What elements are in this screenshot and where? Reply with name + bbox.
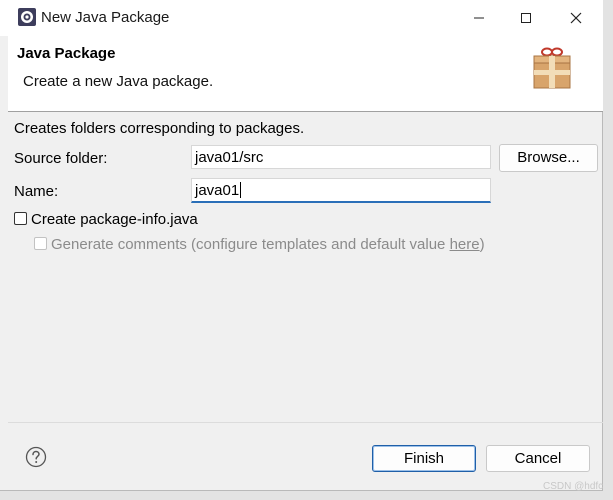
source-folder-label: Source folder: <box>14 150 108 167</box>
help-icon[interactable] <box>25 446 47 468</box>
finish-button[interactable]: Finish <box>372 445 476 472</box>
info-text: Creates folders corresponding to package… <box>14 120 305 137</box>
source-folder-field[interactable]: java01/src <box>191 145 491 169</box>
browse-button[interactable]: Browse... <box>499 144 598 172</box>
configure-templates-link: here <box>449 236 480 253</box>
maximize-icon <box>521 13 531 23</box>
create-package-info-checkbox[interactable] <box>14 212 27 225</box>
name-field[interactable]: java01 <box>191 178 491 203</box>
cancel-button-label: Cancel <box>514 450 562 467</box>
close-icon <box>570 12 582 24</box>
generate-comments-checkbox <box>34 237 47 250</box>
wizard-banner: Java Package Create a new Java package. <box>8 36 603 112</box>
name-value: java01 <box>195 182 240 199</box>
generate-comments-label: Generate comments (configure templates a… <box>51 236 485 253</box>
banner-title: Java Package <box>17 45 116 62</box>
source-folder-value: java01/src <box>195 149 264 166</box>
new-java-package-dialog: New Java Package Java Package Create a n… <box>0 0 603 491</box>
generate-comments-text: Generate comments (configure templates a… <box>51 236 450 253</box>
banner-description: Create a new Java package. <box>23 73 214 90</box>
watermark: CSDN @hdfc <box>543 481 604 492</box>
generate-comments-suffix: ) <box>479 236 485 253</box>
close-button[interactable] <box>553 0 599 36</box>
finish-button-label: Finish <box>403 450 444 467</box>
eclipse-icon <box>18 8 36 26</box>
minimize-icon <box>474 17 484 19</box>
wizard-content: Creates folders corresponding to package… <box>8 112 603 422</box>
maximize-button[interactable] <box>503 0 549 36</box>
minimize-button[interactable] <box>456 0 502 36</box>
cancel-button[interactable]: Cancel <box>486 445 590 472</box>
create-package-info-label[interactable]: Create package-info.java <box>31 211 198 228</box>
name-label: Name: <box>14 183 59 200</box>
text-caret <box>240 182 242 198</box>
browse-button-label: Browse... <box>517 149 580 166</box>
button-bar-separator <box>8 422 603 423</box>
title-bar[interactable]: New Java Package <box>0 0 603 36</box>
package-wizard-icon <box>533 47 571 89</box>
window-title: New Java Package <box>41 9 170 26</box>
